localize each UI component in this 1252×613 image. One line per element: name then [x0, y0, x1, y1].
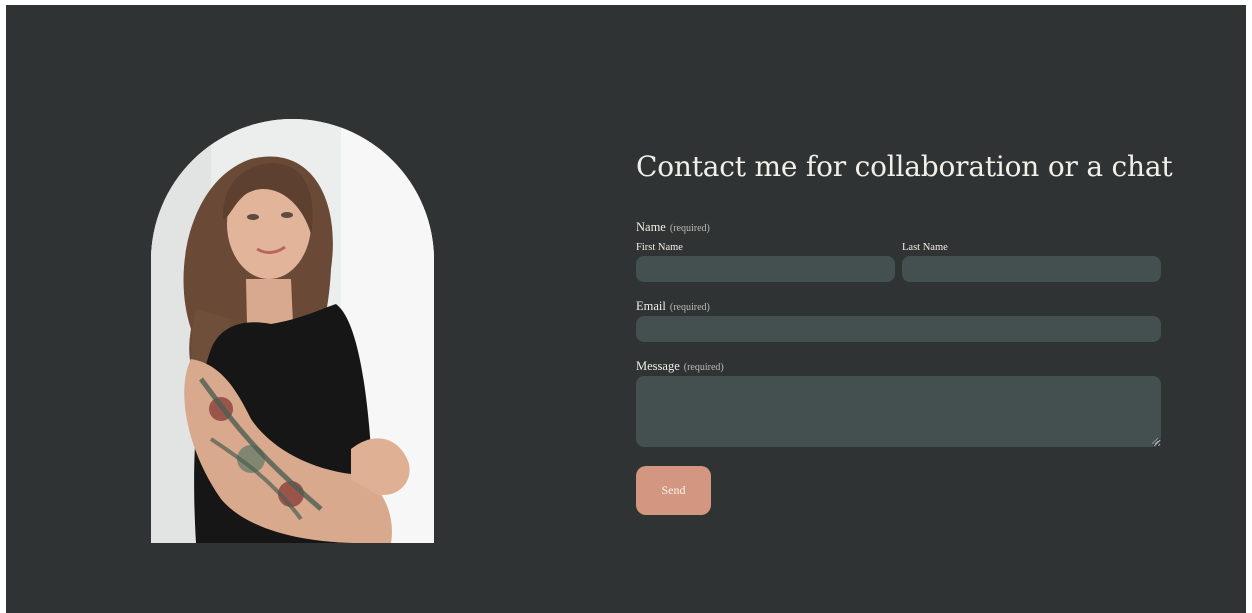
contact-section: Contact me for collaboration or a chat N…: [6, 5, 1246, 613]
name-label: Name (required): [636, 220, 710, 235]
last-name-input[interactable]: [902, 256, 1161, 282]
name-label-text: Name: [636, 220, 666, 234]
message-label-text: Message: [636, 359, 680, 373]
page-title: Contact me for collaboration or a chat: [636, 150, 1173, 183]
required-note: (required): [669, 223, 710, 234]
first-name-input[interactable]: [636, 256, 895, 282]
required-note: (required): [683, 362, 724, 373]
email-label: Email (required): [636, 299, 710, 314]
message-textarea[interactable]: [636, 376, 1161, 447]
message-label: Message (required): [636, 359, 724, 374]
first-name-label: First Name: [636, 242, 683, 253]
email-input[interactable]: [636, 316, 1161, 342]
portrait-photo: [151, 119, 434, 543]
required-note: (required): [669, 302, 710, 313]
send-button[interactable]: Send: [636, 466, 711, 515]
last-name-label: Last Name: [902, 242, 948, 253]
email-label-text: Email: [636, 299, 666, 313]
